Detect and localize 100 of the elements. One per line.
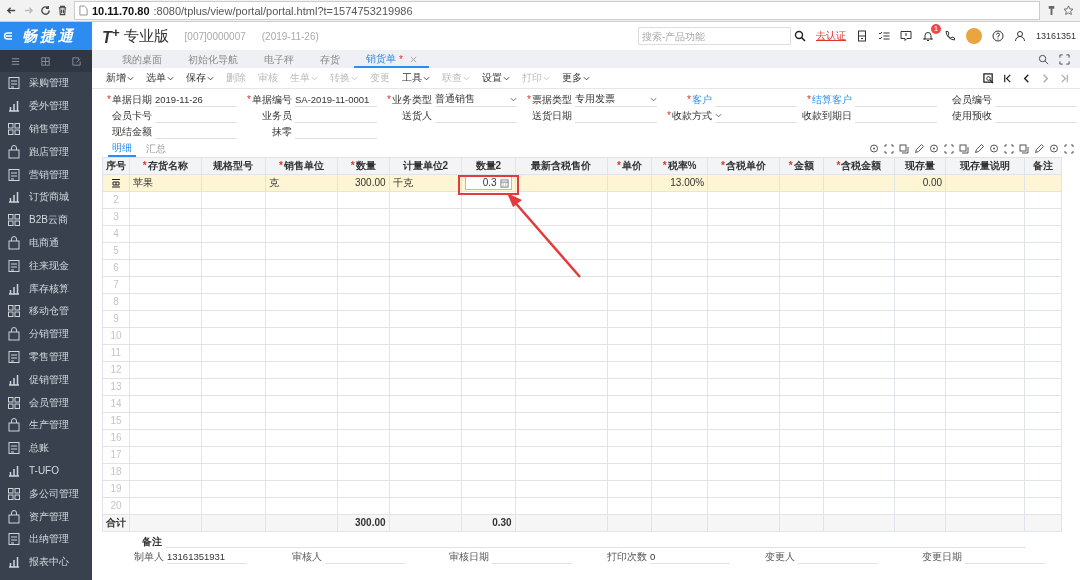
sidebar-item[interactable]: 出纳管理 (0, 527, 92, 551)
help-icon[interactable] (991, 30, 1004, 42)
column-header[interactable]: *含税单价 (707, 157, 780, 175)
avatar[interactable] (965, 28, 982, 44)
column-header[interactable]: 现存量 (894, 157, 946, 175)
user-icon[interactable] (1013, 30, 1026, 42)
toolbar-button[interactable]: 选单 (140, 71, 180, 85)
last-page-icon[interactable] (1059, 72, 1070, 84)
previous-icon[interactable] (1021, 72, 1032, 84)
sidebar-item[interactable]: 营销管理 (0, 163, 92, 186)
input-field[interactable]: SA-2019-11-0001 (295, 93, 377, 107)
pin-icon[interactable] (1049, 143, 1059, 154)
sidebar-item[interactable]: 总账 (0, 436, 92, 460)
toolbar-button[interactable]: 更多 (556, 71, 596, 85)
toolbar-button[interactable]: 设置 (476, 71, 516, 85)
checklist-icon[interactable] (877, 30, 890, 42)
frame-icon[interactable] (1064, 143, 1074, 154)
chevron-down-icon (127, 74, 134, 82)
toolbar-button[interactable]: 工具 (396, 71, 436, 85)
first-page-icon[interactable] (1002, 72, 1013, 84)
message-icon[interactable] (899, 30, 912, 42)
sidebar-item[interactable]: 跑店管理 (0, 140, 92, 164)
search-icon[interactable] (1038, 53, 1049, 65)
field-label: *票据类型 (526, 93, 572, 107)
row-number: 14 (110, 398, 122, 409)
sidebar-item[interactable]: 生产管理 (0, 413, 92, 437)
sidebar-item[interactable]: 订货商城 (0, 186, 92, 209)
select-field[interactable]: 专用发票 (575, 93, 657, 107)
login-date: (2019-11-26) (261, 30, 319, 42)
pencil-icon[interactable] (1034, 143, 1044, 154)
copy-icon[interactable] (899, 143, 909, 154)
search-icon[interactable] (793, 30, 806, 42)
menu-icon[interactable] (9, 55, 21, 67)
row-edit-icon[interactable] (111, 178, 121, 188)
toolbar-button[interactable]: 新增 (100, 71, 140, 85)
pencil-icon[interactable] (914, 143, 924, 154)
page-tab[interactable]: 销货单 * (354, 52, 429, 68)
sidebar-item[interactable]: 资产管理 (0, 505, 92, 528)
column-header[interactable]: 最新含税售价 (515, 157, 608, 175)
sidebar-item[interactable]: 促销管理 (0, 368, 92, 392)
fullscreen-icon[interactable] (1059, 53, 1070, 65)
phone-icon[interactable] (943, 30, 956, 42)
frame-icon[interactable] (944, 143, 954, 154)
sidebar-item[interactable]: 往来现金 (0, 254, 92, 278)
column-header[interactable]: *税率% (651, 157, 708, 175)
frame-icon[interactable] (884, 143, 894, 154)
input-field: 0 (650, 550, 730, 564)
locate-icon[interactable] (983, 72, 994, 84)
sidebar-item[interactable]: B2B云商 (0, 208, 92, 232)
column-header[interactable]: *单价 (607, 157, 652, 175)
sidebar-item[interactable]: 多公司管理 (0, 482, 92, 506)
column-header[interactable]: 计量单位2 (389, 157, 462, 175)
copy-icon[interactable] (1019, 143, 1029, 154)
address-bar[interactable]: 10.11.70.80 :8080/tplus/view/portal/portal.html?t=1574753219986 (74, 1, 1040, 20)
reload-icon[interactable] (40, 5, 51, 16)
column-header[interactable]: *存货名称 (129, 157, 201, 175)
column-header[interactable]: 数量2 (461, 157, 516, 175)
column-header[interactable]: *数量 (337, 157, 390, 175)
calculator-icon[interactable] (855, 30, 868, 42)
table-cell: 300.00 (355, 177, 386, 188)
column-header[interactable]: *销售单位 (265, 157, 338, 175)
column-header[interactable]: 序号 (102, 157, 130, 175)
sidebar-item[interactable]: 零售管理 (0, 345, 92, 369)
pencil-icon[interactable] (974, 143, 984, 154)
column-header[interactable]: 规格型号 (201, 157, 266, 175)
select-field[interactable]: 普通销售 (435, 93, 517, 107)
sidebar-item[interactable]: 分销管理 (0, 322, 92, 346)
sidebar-item[interactable]: T-UFO (0, 459, 92, 483)
close-icon[interactable] (409, 55, 417, 63)
sidebar-item[interactable]: 委外管理 (0, 94, 92, 118)
field-label: 打印次数 (607, 550, 647, 564)
sidebar-item[interactable]: 移动仓管 (0, 299, 92, 323)
edit-icon[interactable] (71, 55, 83, 67)
sidebar-item[interactable]: 报表中心 (0, 550, 92, 574)
sidebar-item[interactable]: 销售管理 (0, 117, 92, 141)
sidebar-item[interactable]: 电商通 (0, 231, 92, 255)
pin-icon[interactable] (929, 143, 939, 154)
document-icon (7, 532, 21, 547)
toolbar-button[interactable]: 保存 (180, 71, 220, 85)
search-field[interactable]: 搜索-产品功能 (637, 27, 791, 45)
trash-icon[interactable] (57, 5, 68, 16)
column-header[interactable]: 现存量说明 (945, 157, 1025, 175)
sidebar-item[interactable]: 采购管理 (0, 72, 92, 95)
sidebar-item[interactable]: 会员管理 (0, 391, 92, 414)
column-header[interactable]: 备注 (1024, 157, 1062, 175)
input-field[interactable]: 2019-11-26 (155, 93, 237, 107)
bell-icon[interactable] (921, 30, 934, 42)
pin-icon[interactable] (989, 143, 999, 154)
column-header[interactable]: *含税金额 (823, 157, 895, 175)
copy-icon[interactable] (959, 143, 969, 154)
next-icon[interactable] (1040, 72, 1051, 84)
column-header[interactable]: *金额 (779, 157, 824, 175)
sidebar-item[interactable]: 库存核算 (0, 277, 92, 300)
grid-icon[interactable] (40, 55, 52, 67)
user-name[interactable]: 13161351 (1035, 31, 1076, 41)
star-icon[interactable] (1063, 5, 1074, 16)
frame-icon[interactable] (1004, 143, 1014, 154)
verify-link[interactable]: 去认证 (815, 29, 846, 43)
back-icon[interactable] (6, 5, 17, 16)
pin-icon[interactable] (869, 143, 879, 154)
